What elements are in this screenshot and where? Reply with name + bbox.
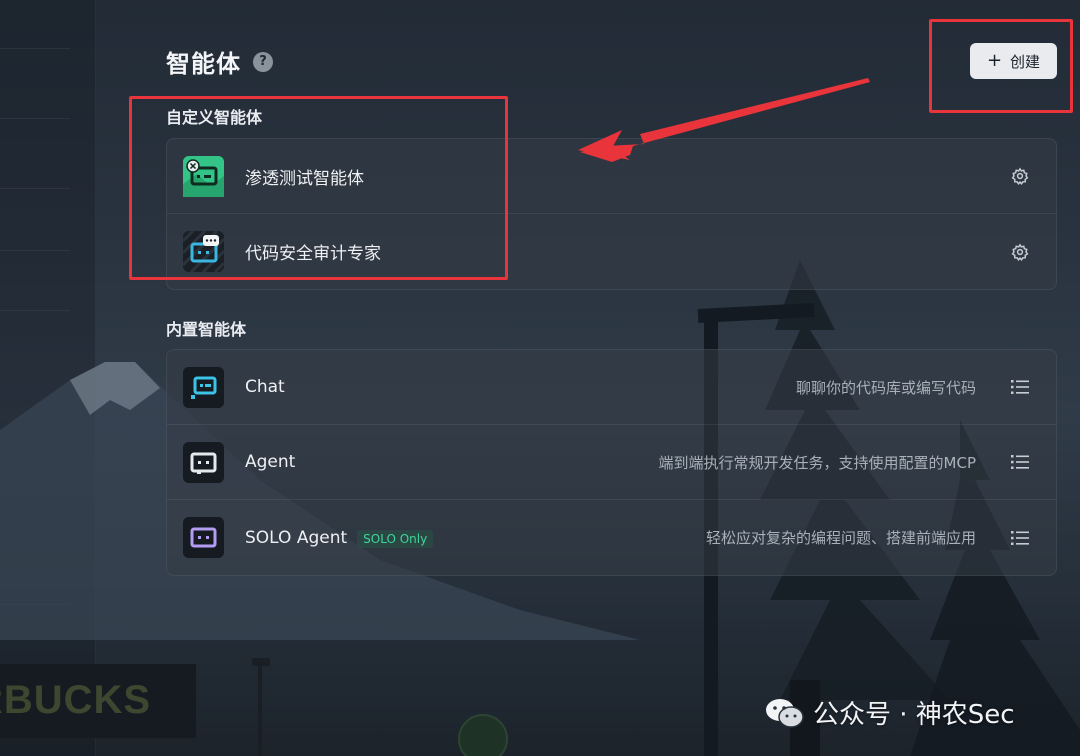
custom-agents-list: 渗透测试智能体 代码安全审计专家 (166, 138, 1057, 290)
agent-name: 渗透测试智能体 (245, 168, 364, 189)
wechat-icon (766, 698, 804, 728)
list-item-agent[interactable]: Agent 端到端执行常规开发任务，支持使用配置的MCP (167, 425, 1056, 500)
list-icon[interactable] (1010, 452, 1030, 472)
solo-agent-icon (183, 517, 224, 558)
create-agent-button[interactable]: + 创建 (970, 43, 1057, 79)
agent-name-text: SOLO Agent (245, 527, 348, 548)
code-audit-agent-icon (183, 231, 224, 272)
watermark-text: 公众号 · 神农Sec (813, 700, 1015, 730)
page-title: 智能体 (166, 50, 241, 78)
chat-agent-icon (183, 366, 224, 408)
builtin-agents-list: Chat 聊聊你的代码库或编写代码 Agent 端到端执行常规开发任务，支持使用… (166, 349, 1057, 576)
solo-only-badge: SOLO Only (357, 529, 434, 548)
agent-name: 代码安全审计专家 (245, 244, 381, 264)
list-icon[interactable] (1010, 377, 1030, 397)
list-item-chat[interactable]: Chat 聊聊你的代码库或编写代码 (167, 350, 1056, 425)
create-button-label: 创建 (1010, 52, 1041, 71)
list-item-pentest-agent[interactable]: 渗透测试智能体 (167, 139, 1056, 214)
agent-name: Agent (245, 452, 296, 472)
agent-description: 轻松应对复杂的编程问题、搭建前端应用 (705, 529, 976, 547)
help-icon[interactable]: ? (253, 52, 273, 72)
list-item-code-audit-agent[interactable]: 代码安全审计专家 (167, 214, 1056, 289)
agent-name: Chat (245, 377, 285, 397)
plus-icon: + (986, 50, 1003, 71)
list-item-solo-agent[interactable]: SOLO Agent SOLO Only 轻松应对复杂的编程问题、搭建前端应用 (167, 500, 1056, 575)
gear-icon[interactable] (1010, 242, 1030, 262)
builtin-agents-heading: 内置智能体 (166, 320, 247, 339)
watermark: 公众号 · 神农Sec (765, 694, 1015, 731)
agent-icon (183, 441, 224, 483)
agent-description: 聊聊你的代码库或编写代码 (795, 378, 976, 397)
agent-description: 端到端执行常规开发任务，支持使用配置的MCP (658, 453, 976, 472)
agents-panel: 智能体 ? + 创建 自定义智能体 渗透测试智能体 代码安全审计专家 内置智能体… (0, 0, 1080, 756)
custom-agents-heading: 自定义智能体 (166, 108, 263, 127)
agent-name: SOLO Agent SOLO Only (245, 527, 434, 548)
gear-icon[interactable] (1010, 166, 1030, 186)
pentest-agent-icon (183, 155, 224, 197)
list-icon[interactable] (1010, 528, 1030, 548)
